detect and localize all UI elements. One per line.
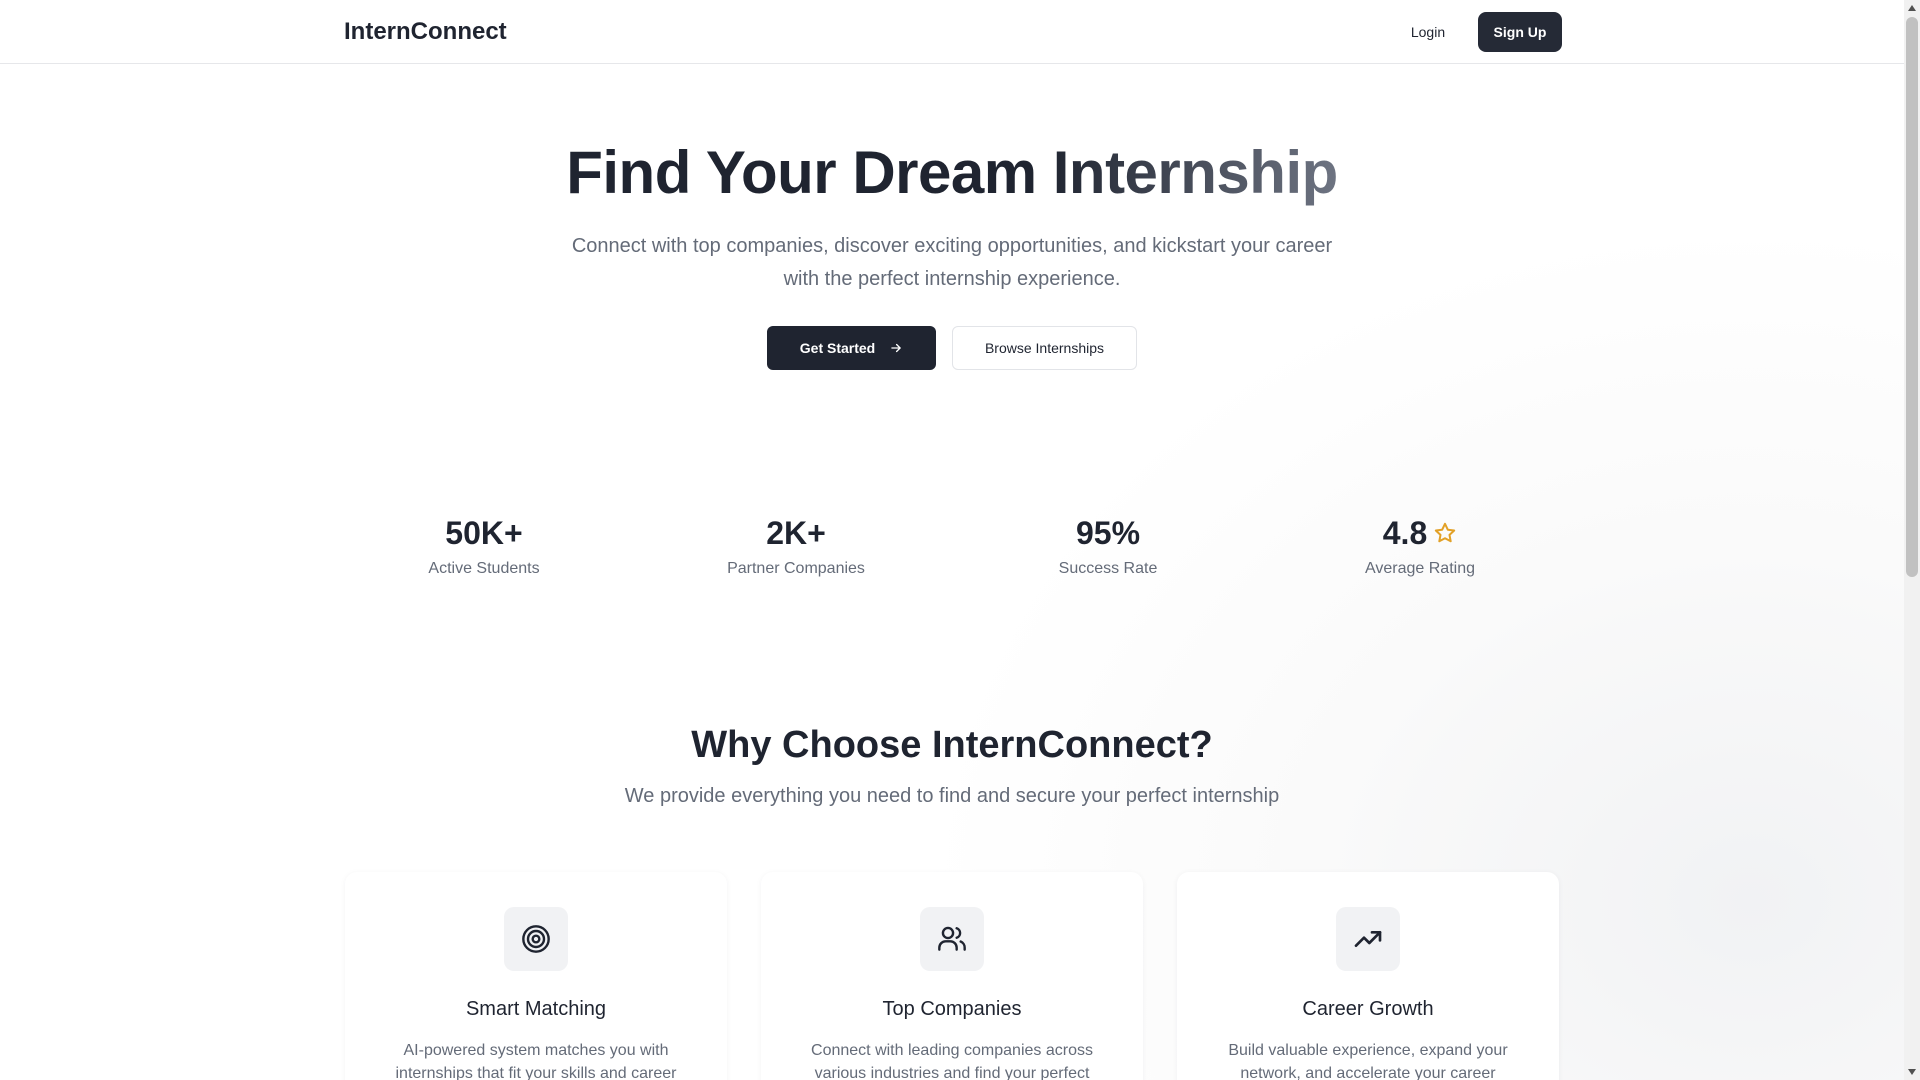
brand-logo[interactable]: InternConnect <box>344 18 507 46</box>
page: InternConnect Login Sign Up Find Your Dr… <box>0 0 1904 1080</box>
stat-label: Success Rate <box>1058 560 1158 577</box>
card-description: AI-powered system matches you with inter… <box>395 1042 677 1080</box>
stat-value-rating: 4.8 <box>1295 512 1545 554</box>
why-subtitle: We provide everything you need to find a… <box>624 785 1280 807</box>
users-icon <box>938 926 966 951</box>
stat-value: 2K+ <box>766 514 826 551</box>
stat-value: 95% <box>1075 514 1141 551</box>
hero-title: Find Your Dream Internship <box>566 139 1338 206</box>
scroll-down-arrow-icon[interactable] <box>1904 1064 1920 1080</box>
stat-average-rating: 4.8 Average Rating <box>1295 512 1545 578</box>
get-started-button[interactable]: Get Started <box>767 326 936 370</box>
stat-active-students: 50K+ Active Students <box>359 512 609 578</box>
browse-internships-button[interactable]: Browse Internships <box>952 326 1137 370</box>
login-button[interactable]: Login <box>1396 12 1460 52</box>
feature-card-top-companies: Top Companies Connect with leading compa… <box>761 872 1143 1080</box>
target-icon <box>522 925 550 953</box>
feature-card-career-growth: Career Growth Build valuable experience,… <box>1177 872 1559 1080</box>
card-icon-box <box>504 907 568 971</box>
stat-success-rate: 95% Success Rate <box>983 512 1233 578</box>
card-title: Career Growth <box>1302 998 1434 1020</box>
card-title: Smart Matching <box>465 998 607 1020</box>
stat-value: 50K+ <box>445 514 523 551</box>
get-started-label: Get Started <box>799 340 876 356</box>
scroll-up-arrow-icon[interactable] <box>1904 0 1920 16</box>
card-icon-box <box>1336 907 1400 971</box>
card-description: Connect with leading companies across va… <box>811 1042 1093 1080</box>
why-title: Why Choose InternConnect? <box>691 724 1213 766</box>
rating-value: 4.8 <box>1382 514 1428 551</box>
hero-subtitle: Connect with top companies, discover exc… <box>571 235 1333 290</box>
card-title: Top Companies <box>882 998 1022 1020</box>
feature-card-smart-matching: Smart Matching AI-powered system matches… <box>345 872 727 1080</box>
stat-partner-companies: 2K+ Partner Companies <box>671 512 921 578</box>
vertical-scrollbar[interactable] <box>1904 0 1920 1080</box>
trending-up-icon <box>1354 931 1382 947</box>
stat-label: Partner Companies <box>727 560 865 577</box>
scrollbar-thumb[interactable] <box>1906 17 1918 577</box>
arrow-right-icon <box>891 343 901 353</box>
signup-button[interactable]: Sign Up <box>1478 12 1562 52</box>
stat-label: Active Students <box>428 560 540 577</box>
star-icon <box>1435 522 1456 543</box>
card-description: Build valuable experience, expand your n… <box>1228 1042 1508 1080</box>
navbar: InternConnect Login Sign Up <box>0 0 1904 64</box>
stat-label: Average Rating <box>1365 560 1475 577</box>
card-icon-box <box>920 907 984 971</box>
